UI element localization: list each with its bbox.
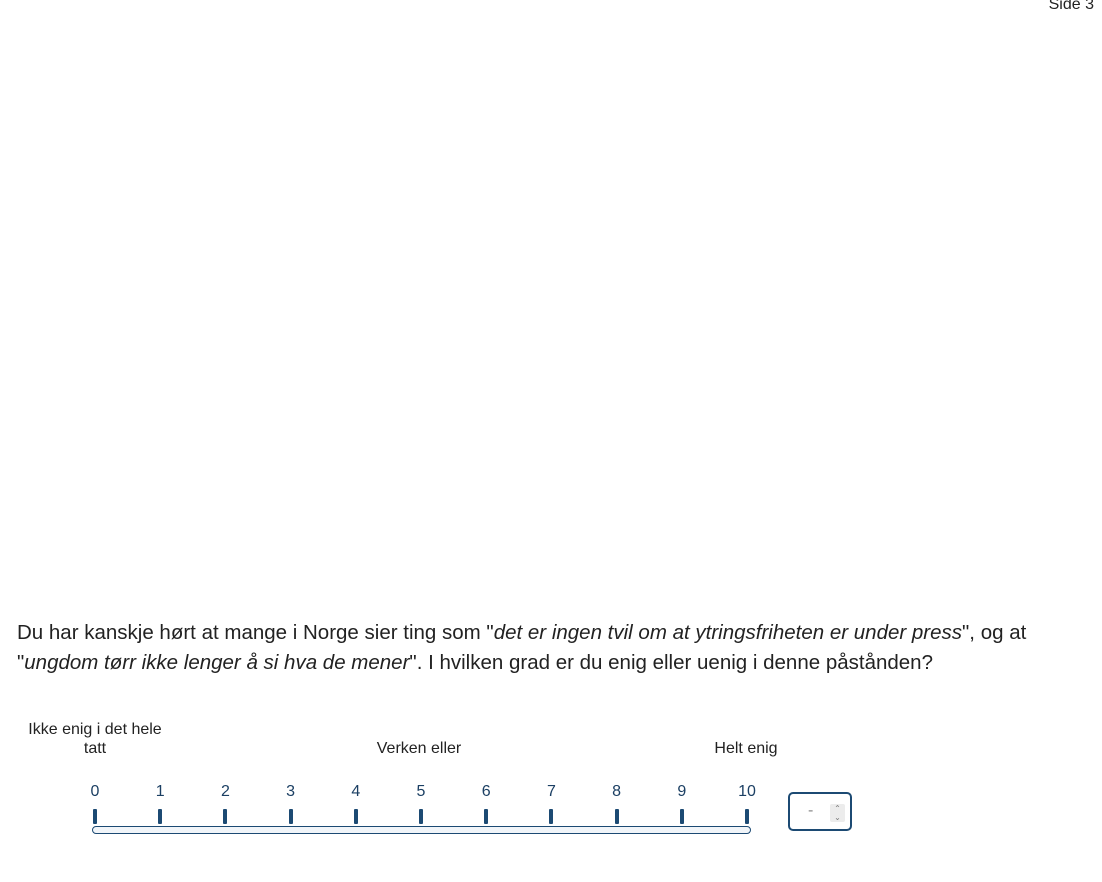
page-indicator: Side 3 [1048,0,1094,13]
scale-option-2[interactable]: 2 [205,780,245,824]
scale-option-7[interactable]: 7 [531,780,571,824]
question-text-part1: Du har kanskje hørt at mange i Norge sie… [17,621,494,644]
scale-tick-mark [419,809,423,824]
rating-number-input[interactable]: - ⌃ ⌄ [788,792,852,831]
scale-option-10[interactable]: 10 [727,780,767,824]
scale-option-8[interactable]: 8 [597,780,637,824]
scale-tick-mark [223,809,228,824]
scale-option-6[interactable]: 6 [466,780,506,824]
scale-option-label: 9 [677,783,687,800]
scale-anchor-left: Ikke enig i det hele tatt [28,721,162,757]
scale-option-label: 0 [90,783,100,800]
scale-tick-mark [549,809,554,824]
scale-option-label: 3 [286,783,296,800]
number-spinner[interactable]: ⌃ ⌄ [830,804,845,822]
question-quote-1: det er ingen tvil om at ytringsfriheten … [493,621,963,644]
scale-option-label: 1 [155,783,165,800]
scale-option-label: 7 [546,783,556,800]
survey-page: Side 3 Du har kanskje hørt at mange i No… [0,0,1102,882]
scale-option-4[interactable]: 4 [336,780,376,824]
scale-option-label: 5 [416,783,426,800]
question-quote-2: ungdom tørr ikke lenger å si hva de mene… [24,651,410,674]
scale-option-1[interactable]: 1 [140,780,180,824]
scale-option-0[interactable]: 0 [75,780,115,824]
scale-anchor-mid: Verken eller [376,740,462,757]
scale-option-label: 8 [612,783,622,800]
scale-anchor-right: Helt enig [714,740,778,757]
scale-option-9[interactable]: 9 [662,780,702,824]
scale-option-label: 6 [481,783,491,800]
rating-scale: 0 1 2 3 4 5 6 7 8 9 10 [0,780,1102,840]
question-text-part3: ". I hvilken grad er du enig eller uenig… [409,651,933,674]
scale-option-label: 4 [351,783,361,800]
question-text: Du har kanskje hørt at mange i Norge sie… [17,618,1102,678]
rating-number-value: - [808,802,814,819]
scale-tick-mark [158,809,163,824]
scale-option-label: 2 [220,783,230,800]
chevron-down-icon[interactable]: ⌄ [830,813,845,822]
chevron-up-icon[interactable]: ⌃ [830,804,845,813]
scale-tick-mark [484,809,489,824]
scale-tick-mark [679,809,684,824]
slider-track[interactable] [92,826,751,834]
scale-tick-mark [614,809,619,824]
scale-tick-mark [353,809,358,824]
scale-tick-mark [288,809,293,824]
scale-option-5[interactable]: 5 [401,780,441,824]
scale-tick-mark [745,809,749,824]
scale-option-label: 10 [738,783,756,800]
scale-option-3[interactable]: 3 [271,780,311,824]
scale-tick-mark [93,809,97,824]
